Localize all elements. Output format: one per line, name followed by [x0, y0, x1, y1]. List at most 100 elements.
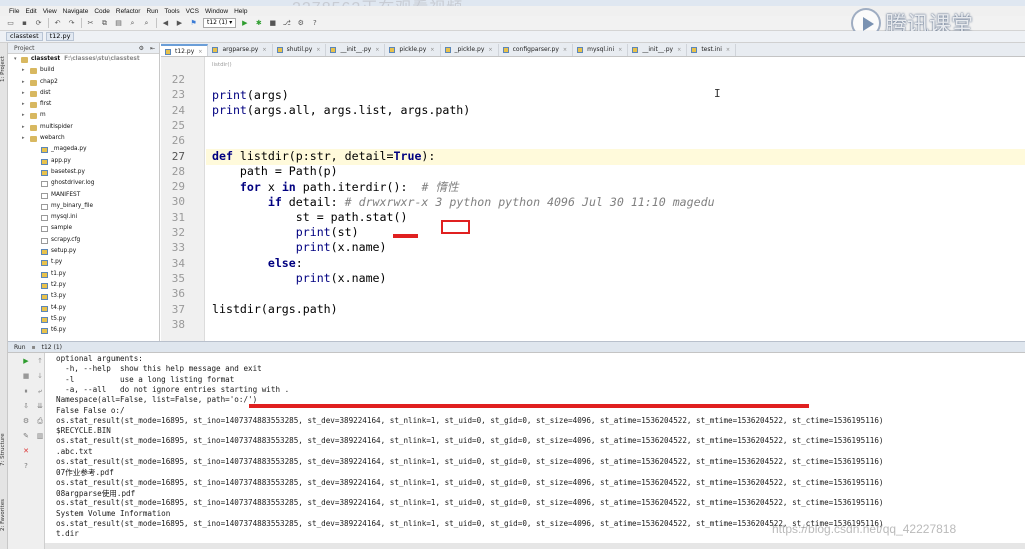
expand-arrow-icon[interactable]: ▸	[22, 110, 25, 121]
scroll-down-icon[interactable]: ↓	[36, 372, 44, 380]
panel-settings-icon[interactable]: ⚙	[139, 45, 144, 52]
menu-window[interactable]: Window	[205, 8, 228, 15]
editor-tab[interactable]: __init__.py ×	[326, 44, 386, 56]
tree-file[interactable]: t1.py	[8, 269, 159, 280]
breadcrumb-file[interactable]: t12.py	[45, 32, 75, 41]
menu-vcs[interactable]: VCS	[186, 8, 199, 15]
tree-folder[interactable]: ▸ first	[8, 99, 159, 110]
project-root[interactable]: ▾ classtest F:\classes\stu\classtest	[8, 54, 159, 65]
tree-file[interactable]: t3.py	[8, 291, 159, 302]
menu-refactor[interactable]: Refactor	[116, 8, 141, 15]
close-run-icon[interactable]: ✕	[22, 447, 30, 455]
tree-file[interactable]: basetest.py	[8, 167, 159, 178]
tree-file[interactable]: t5.py	[8, 314, 159, 325]
breadcrumb-project[interactable]: classtest	[6, 32, 43, 41]
tree-file[interactable]: t4.py	[8, 303, 159, 314]
back-icon[interactable]: ◀	[161, 19, 170, 28]
expand-arrow-icon[interactable]: ▸	[22, 122, 25, 133]
help-run-icon[interactable]: ?	[22, 462, 30, 470]
editor-tab[interactable]: _pickle.py ×	[441, 44, 499, 56]
tree-file[interactable]: sample	[8, 223, 159, 234]
editor-tab[interactable]: __init__.py ×	[628, 44, 688, 56]
tree-file[interactable]: my_binary_file	[8, 201, 159, 212]
menu-edit[interactable]: Edit	[25, 8, 36, 15]
project-header-label[interactable]: Project	[14, 45, 35, 52]
menu-file[interactable]: File	[9, 8, 19, 15]
scroll-up-icon[interactable]: ↑	[36, 357, 44, 365]
run-console[interactable]: optional arguments: -h, --help show this…	[45, 353, 1025, 549]
editor-tab[interactable]: test.ini ×	[687, 44, 737, 56]
tab-close-icon[interactable]: ×	[726, 47, 730, 53]
undo-icon[interactable]: ↶	[53, 19, 62, 28]
tab-close-icon[interactable]: ×	[262, 47, 266, 53]
tree-file[interactable]: t.py	[8, 257, 159, 268]
redo-icon[interactable]: ↷	[67, 19, 76, 28]
save-icon[interactable]: ▪	[20, 19, 29, 28]
copy-icon[interactable]: ⧉	[100, 19, 109, 28]
help-icon[interactable]: ?	[310, 19, 319, 28]
expand-arrow-icon[interactable]: ▸	[22, 99, 25, 110]
tree-folder[interactable]: ▸ build	[8, 65, 159, 76]
menu-help[interactable]: Help	[234, 8, 247, 15]
rerun-icon[interactable]: ▶	[22, 357, 30, 365]
tree-file[interactable]: mysql.ini	[8, 212, 159, 223]
tree-folder[interactable]: ▸ webarch	[8, 133, 159, 144]
code-editor[interactable]: 22 23 24 25 26 27 28 29 30 31 32 33 34 35 36 37 38 listd…	[161, 57, 1025, 341]
tab-close-icon[interactable]: ×	[316, 47, 320, 53]
tree-file[interactable]: app.py	[8, 156, 159, 167]
tree-folder[interactable]: ▸ dist	[8, 88, 159, 99]
panel-hide-icon[interactable]: ⇤	[150, 45, 155, 52]
menu-tools[interactable]: Tools	[164, 8, 179, 15]
tree-folder[interactable]: ▸ multispider	[8, 122, 159, 133]
tree-file[interactable]: t6.py	[8, 325, 159, 336]
editor-tab[interactable]: configparser.py ×	[499, 44, 574, 56]
forward-icon[interactable]: ▶	[175, 19, 184, 28]
tree-file[interactable]: scrapy.cfg	[8, 235, 159, 246]
tab-close-icon[interactable]: ×	[375, 47, 379, 53]
tree-folder[interactable]: ▸ chap2	[8, 77, 159, 88]
replace-icon[interactable]: ⌕	[142, 19, 151, 28]
expand-arrow-icon[interactable]: ▸	[22, 133, 25, 144]
menu-code[interactable]: Code	[94, 8, 110, 15]
project-tool-tab[interactable]: 1: Project	[0, 49, 8, 89]
pin-icon[interactable]: ✎	[22, 432, 30, 440]
run-icon[interactable]: ▶	[240, 19, 249, 28]
run-config-label[interactable]: t12 (1)	[42, 344, 62, 351]
clear-icon[interactable]: ▥	[36, 432, 44, 440]
settings-run-icon[interactable]: ⚙	[22, 417, 30, 425]
expand-arrow-icon[interactable]: ▸	[22, 88, 25, 99]
open-icon[interactable]: ▭	[6, 19, 15, 28]
paste-icon[interactable]: ▤	[114, 19, 123, 28]
menu-view[interactable]: View	[43, 8, 57, 15]
expand-arrow-icon[interactable]: ▾	[14, 54, 17, 65]
tree-folder[interactable]: ▸ m	[8, 110, 159, 121]
debug-icon[interactable]: ✱	[254, 19, 263, 28]
editor-tab[interactable]: shutil.py ×	[273, 44, 327, 56]
run-panel-label[interactable]: Run	[14, 344, 26, 351]
editor-tab[interactable]: mysql.ini ×	[573, 44, 629, 56]
run-config-select[interactable]: t12 (1) ▾	[203, 18, 237, 28]
dump-threads-icon[interactable]: ⇩	[22, 402, 30, 410]
editor-tab[interactable]: pickle.py ×	[385, 44, 441, 56]
tree-file[interactable]: setup.py	[8, 246, 159, 257]
menu-navigate[interactable]: Navigate	[63, 8, 89, 15]
favorites-tool-tab[interactable]: 2: Favorites	[0, 493, 8, 537]
tree-file[interactable]: MANIFEST	[8, 190, 159, 201]
settings-icon[interactable]: ⚙	[296, 19, 305, 28]
pause-icon[interactable]: ⏸	[22, 387, 30, 395]
tab-close-icon[interactable]: ×	[563, 47, 567, 53]
editor-tab[interactable]: argparse.py ×	[208, 44, 273, 56]
tab-close-icon[interactable]: ×	[677, 47, 681, 53]
expand-arrow-icon[interactable]: ▸	[22, 65, 25, 76]
vcs-icon[interactable]: ⎇	[282, 19, 291, 28]
tab-close-icon[interactable]: ×	[488, 47, 492, 53]
tab-close-icon[interactable]: ×	[198, 49, 202, 55]
find-icon[interactable]: ⌕	[128, 19, 137, 28]
structure-tool-tab[interactable]: 7: Structure	[0, 428, 8, 472]
stop-run-icon[interactable]: ■	[22, 372, 30, 380]
menu-run[interactable]: Run	[146, 8, 158, 15]
expand-arrow-icon[interactable]: ▸	[22, 77, 25, 88]
tab-close-icon[interactable]: ×	[430, 47, 434, 53]
print-icon[interactable]: ⎙	[36, 417, 44, 425]
editor-tab[interactable]: t12.py ×	[161, 44, 209, 56]
